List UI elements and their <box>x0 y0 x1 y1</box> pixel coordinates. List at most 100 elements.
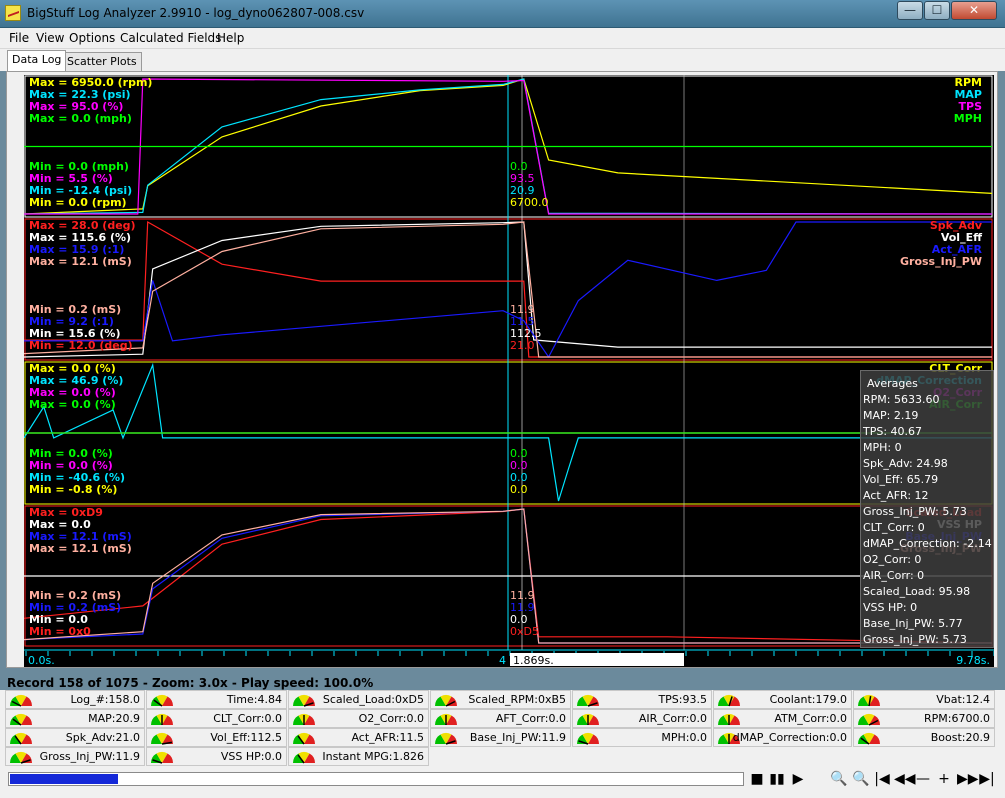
gauge-o2-corr[interactable]: O2_Corr:0.0 <box>288 709 429 728</box>
averages-row: Gross_Inj_PW: 5.73 <box>863 505 967 518</box>
window-title: BigStuff Log Analyzer 2.9910 - log_dyno0… <box>27 6 365 20</box>
gauge-label: CLT_Corr:0.0 <box>213 712 282 725</box>
gauge-dial-icon <box>10 695 32 707</box>
averages-row: TPS: 40.67 <box>863 425 923 438</box>
gauge-spk-adv[interactable]: Spk_Adv:21.0 <box>5 728 145 747</box>
cursor-marker: 4 <box>499 654 506 667</box>
gauge-label: Instant MPG:1.826 <box>322 750 424 763</box>
app-icon <box>5 5 21 21</box>
menu-bar: File View Options Calculated Fields Help <box>0 28 1005 49</box>
gauge-label: RPM:6700.0 <box>924 712 990 725</box>
cursor-value: 6700.0 <box>510 196 549 209</box>
gauge-rpm[interactable]: RPM:6700.0 <box>853 709 995 728</box>
gauge-tps[interactable]: TPS:93.5 <box>572 690 712 709</box>
averages-row: Vol_Eff: 65.79 <box>863 473 939 486</box>
gauge-instant-mpg[interactable]: Instant MPG:1.826 <box>288 747 429 766</box>
gauge-dial-icon <box>577 714 599 725</box>
zoom-in-icon[interactable]: 🔍 <box>830 770 848 788</box>
gauge-dmap-correction[interactable]: dMAP_Correction:0.0 <box>713 728 852 747</box>
gauge-dial-icon <box>151 695 173 707</box>
gauge-label: Coolant:179.0 <box>769 693 847 706</box>
averages-row: RPM: 5633.60 <box>863 393 940 406</box>
go-to-start-button[interactable]: |◀ <box>873 770 891 788</box>
menu-calculated-fields[interactable]: Calculated Fields <box>120 31 221 45</box>
panel-min-label: Min = 0.0 (rpm) <box>29 196 127 209</box>
increase-speed-button[interactable]: + <box>935 770 953 788</box>
gauge-scaled-load[interactable]: Scaled_Load:0xD5 <box>288 690 429 709</box>
gauge-atm-corr[interactable]: ATM_Corr:0.0 <box>713 709 852 728</box>
gauge-label: Time:4.84 <box>226 693 282 706</box>
cursor-value: 21.0 <box>510 339 535 352</box>
gauge-dial-icon <box>293 752 315 764</box>
averages-row: Gross_Inj_PW: 5.73 <box>863 633 967 646</box>
gauge-label: Scaled_RPM:0xB5 <box>468 693 566 706</box>
averages-title: Averages <box>867 377 918 390</box>
gauge-time[interactable]: Time:4.84 <box>146 690 287 709</box>
gauge-gross-inj-pw[interactable]: Gross_Inj_PW:11.9 <box>5 747 145 766</box>
gauge-map[interactable]: MAP:20.9 <box>5 709 145 728</box>
gauge-act-afr[interactable]: Act_AFR:11.5 <box>288 728 429 747</box>
averages-row: AIR_Corr: 0 <box>863 569 925 582</box>
gauge-coolant[interactable]: Coolant:179.0 <box>713 690 852 709</box>
decrease-speed-button[interactable]: — <box>914 770 932 788</box>
playback-progress-track[interactable] <box>8 772 744 786</box>
close-button[interactable]: ✕ <box>951 1 997 20</box>
cursor-value: 0xD5 <box>510 625 539 638</box>
gauge-dial-icon <box>293 714 315 725</box>
gauge-vbat[interactable]: Vbat:12.4 <box>853 690 995 709</box>
gauge-dial-icon <box>151 714 173 725</box>
gauge-dial-icon <box>435 733 457 745</box>
tab-scatter-plots[interactable]: Scatter Plots <box>62 52 142 71</box>
gauge-label: O2_Corr:0.0 <box>358 712 424 725</box>
go-to-end-button[interactable]: ▶| <box>978 770 996 788</box>
gauge-scaled-rpm[interactable]: Scaled_RPM:0xB5 <box>430 690 571 709</box>
menu-options[interactable]: Options <box>69 31 115 45</box>
legend-entry: MPH <box>954 112 982 125</box>
gauge-label: Scaled_Load:0xD5 <box>322 693 424 706</box>
averages-row: Base_Inj_PW: 5.77 <box>863 617 963 630</box>
gauge-clt-corr[interactable]: CLT_Corr:0.0 <box>146 709 287 728</box>
fast-forward-button[interactable]: ▶▶ <box>957 770 979 788</box>
gauge-label: TPS:93.5 <box>658 693 707 706</box>
panel-max-label: Max = 0.0 (mph) <box>29 112 132 125</box>
menu-file[interactable]: File <box>9 31 29 45</box>
gauge-aft-corr[interactable]: AFT_Corr:0.0 <box>430 709 571 728</box>
menu-help[interactable]: Help <box>217 31 244 45</box>
gauge-base-inj-pw[interactable]: Base_Inj_PW:11.9 <box>430 728 571 747</box>
gauge-label: MPH:0.0 <box>661 731 707 744</box>
gauge-boost[interactable]: Boost:20.9 <box>853 728 995 747</box>
averages-row: Spk_Adv: 24.98 <box>863 457 948 470</box>
gauge-air-corr[interactable]: AIR_Corr:0.0 <box>572 709 712 728</box>
gauge-label: Base_Inj_PW:11.9 <box>469 731 566 744</box>
time-start-label: 0.0s. <box>28 654 55 667</box>
gauge-label: Spk_Adv:21.0 <box>65 731 140 744</box>
averages-row: Act_AFR: 12 <box>863 489 929 502</box>
pause-button[interactable]: ▮▮ <box>768 770 786 788</box>
gauge-label: ATM_Corr:0.0 <box>774 712 847 725</box>
tab-data-log[interactable]: Data Log <box>7 50 67 71</box>
minimize-button[interactable]: — <box>897 1 923 20</box>
gauge-dial-icon <box>293 733 315 745</box>
averages-row: O2_Corr: 0 <box>863 553 922 566</box>
gauge-vss-hp[interactable]: VSS HP:0.0 <box>146 747 287 766</box>
gauge-log-[interactable]: Log_#:158.0 <box>5 690 145 709</box>
play-button[interactable]: ▶ <box>789 770 807 788</box>
gauge-dial-icon <box>10 714 32 726</box>
gauge-dial-icon <box>151 752 173 764</box>
legend-entry: Gross_Inj_PW <box>900 255 982 268</box>
time-axis[interactable] <box>24 650 994 667</box>
gauge-vol-eff[interactable]: Vol_Eff:112.5 <box>146 728 287 747</box>
gauge-label: VSS HP:0.0 <box>220 750 282 763</box>
title-bar: BigStuff Log Analyzer 2.9910 - log_dyno0… <box>0 0 1005 28</box>
log-chart[interactable]: Max = 6950.0 (rpm)Max = 22.3 (psi)Max = … <box>24 75 994 667</box>
panel-min-label: Min = -0.8 (%) <box>29 483 117 496</box>
gauge-mph[interactable]: MPH:0.0 <box>572 728 712 747</box>
zoom-out-icon[interactable]: 🔍 <box>852 770 870 788</box>
gauge-label: AIR_Corr:0.0 <box>638 712 707 725</box>
rewind-button[interactable]: ◀◀ <box>894 770 916 788</box>
maximize-button[interactable]: ☐ <box>924 1 950 20</box>
menu-view[interactable]: View <box>36 31 64 45</box>
time-end-label: 9.78s. <box>956 654 990 667</box>
stop-button[interactable]: ■ <box>748 770 766 788</box>
panel-min-label: Min = 0x0 <box>29 625 91 638</box>
